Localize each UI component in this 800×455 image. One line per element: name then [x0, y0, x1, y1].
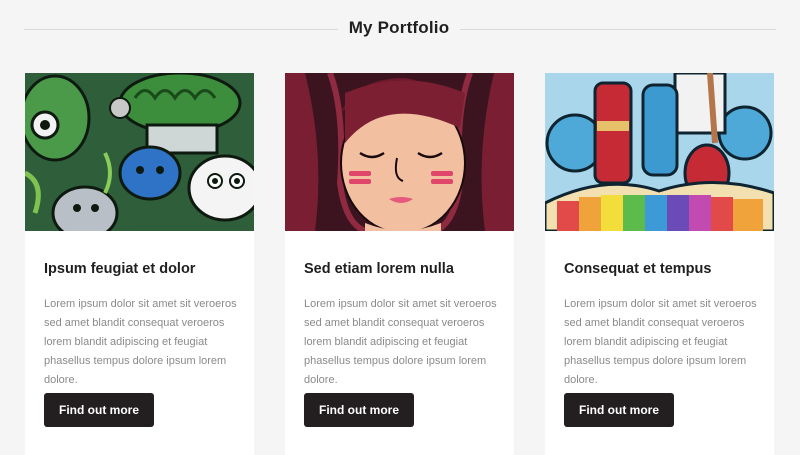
card-description: Lorem ipsum dolor sit amet sit veroeros …	[304, 298, 497, 386]
page-title: My Portfolio	[348, 18, 450, 37]
card-image[interactable]	[545, 73, 774, 231]
card-description: Lorem ipsum dolor sit amet sit veroeros …	[44, 298, 237, 386]
card-title: Consequat et tempus	[564, 261, 712, 277]
card-description: Lorem ipsum dolor sit amet sit veroeros …	[564, 298, 757, 386]
doodle-creatures-illustration	[25, 73, 254, 231]
girl-face-illustration	[285, 73, 514, 231]
find-out-more-button[interactable]: Find out more	[564, 393, 674, 427]
paint-supplies-illustration	[545, 73, 774, 231]
divider-left	[24, 29, 338, 30]
card-image[interactable]	[285, 73, 514, 231]
find-out-more-button[interactable]: Find out more	[304, 393, 414, 427]
portfolio-card: Ipsum feugiat et dolor Lorem ipsum dolor…	[25, 73, 254, 455]
card-title: Sed etiam lorem nulla	[304, 261, 454, 277]
card-title: Ipsum feugiat et dolor	[44, 261, 196, 277]
portfolio-card: Sed etiam lorem nulla Lorem ipsum dolor …	[285, 73, 514, 455]
find-out-more-button[interactable]: Find out more	[44, 393, 154, 427]
card-image[interactable]	[25, 73, 254, 231]
divider-right	[460, 29, 776, 30]
section-header: My Portfolio	[24, 16, 776, 44]
portfolio-card: Consequat et tempus Lorem ipsum dolor si…	[545, 73, 774, 455]
